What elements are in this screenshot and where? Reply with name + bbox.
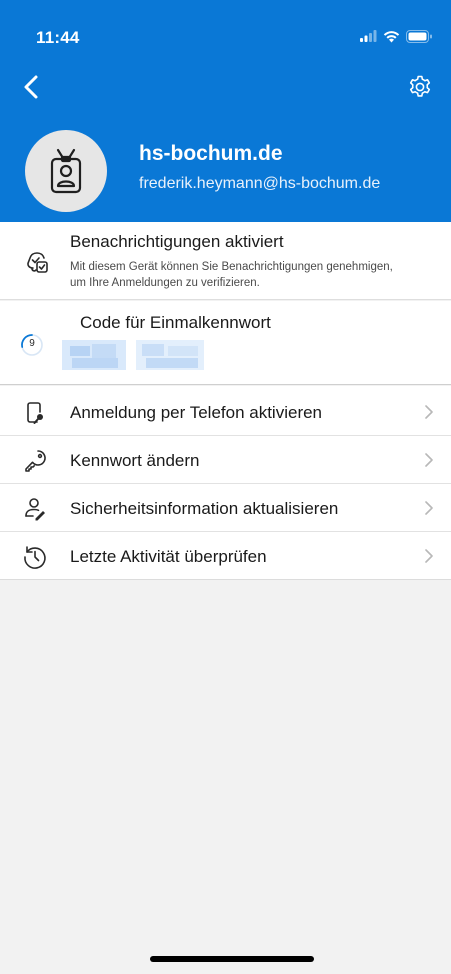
menu-item-label: Sicherheitsinformation aktualisieren bbox=[70, 499, 339, 518]
key-icon bbox=[25, 450, 46, 472]
notifications-title: Benachrichtigungen aktiviert bbox=[70, 232, 284, 251]
security-menu: Anmeldung per Telefon aktivieren Kennwor… bbox=[0, 386, 451, 580]
gear-icon[interactable] bbox=[407, 74, 433, 100]
battery-icon bbox=[406, 29, 432, 43]
chevron-right-icon bbox=[425, 501, 433, 515]
status-icons bbox=[360, 27, 433, 45]
history-icon bbox=[24, 546, 46, 569]
menu-item-label: Kennwort ändern bbox=[70, 451, 200, 470]
account-email: frederik.heymann@hs-bochum.de bbox=[139, 175, 381, 192]
home-indicator[interactable] bbox=[150, 956, 314, 962]
menu-item-change-password[interactable]: Kennwort ändern bbox=[0, 436, 451, 484]
menu-item-update-security-info[interactable]: Sicherheitsinformation aktualisieren bbox=[0, 484, 451, 532]
wifi-icon bbox=[383, 30, 400, 42]
user-edit-icon bbox=[25, 498, 45, 521]
chevron-right-icon bbox=[425, 405, 433, 419]
signal-icon bbox=[360, 30, 377, 42]
menu-item-review-activity[interactable]: Letzte Aktivität überprüfen bbox=[0, 532, 451, 580]
otp-code-redacted bbox=[62, 340, 204, 370]
account-header: 11:44 hs-bochum.de frederik.heymann@hs-b… bbox=[0, 0, 451, 222]
notifications-subtitle: Mit diesem Gerät können Sie Benachrichti… bbox=[70, 261, 393, 289]
menu-item-phone-sign-in[interactable]: Anmeldung per Telefon aktivieren bbox=[0, 388, 451, 436]
chevron-left-icon[interactable] bbox=[18, 72, 46, 102]
chevron-right-icon bbox=[425, 549, 433, 563]
org-name: hs-bochum.de bbox=[139, 142, 283, 165]
menu-item-label: Letzte Aktivität überprüfen bbox=[70, 547, 267, 566]
status-time: 11:44 bbox=[36, 28, 80, 47]
id-badge-icon bbox=[50, 148, 82, 194]
chevron-right-icon bbox=[425, 453, 433, 467]
otp-title: Code für Einmalkennwort bbox=[80, 313, 271, 332]
avatar bbox=[25, 130, 107, 212]
countdown-value: 9 bbox=[29, 338, 35, 349]
notification-check-icon bbox=[27, 252, 48, 273]
menu-item-label: Anmeldung per Telefon aktivieren bbox=[70, 403, 323, 422]
phone-key-icon bbox=[27, 402, 43, 424]
